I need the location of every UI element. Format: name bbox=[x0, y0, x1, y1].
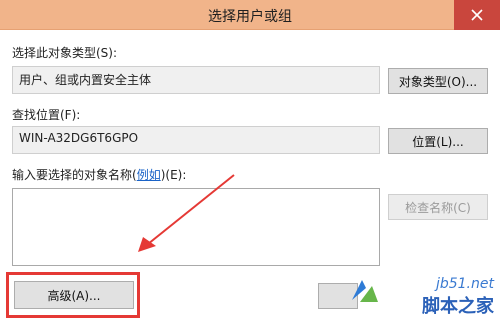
watermark-logo bbox=[350, 276, 380, 309]
annotation-arrow bbox=[138, 174, 235, 252]
